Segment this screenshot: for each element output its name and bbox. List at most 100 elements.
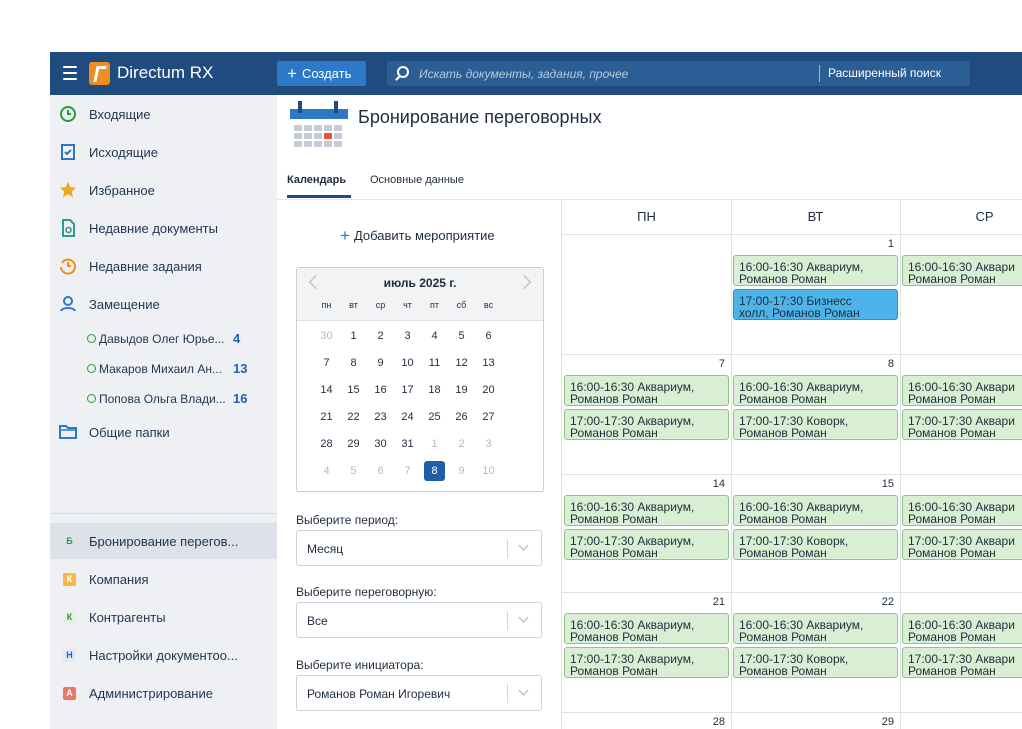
mini-calendar-day[interactable]: 28	[313, 434, 340, 454]
module-item-booking[interactable]: Б Бронирование перегов...	[50, 523, 277, 559]
mini-calendar-day[interactable]: 4	[421, 326, 448, 346]
module-item-document-settings[interactable]: Н Настройки документоо...	[50, 637, 277, 673]
mini-calendar: июль 2025 г. пн вт ср чт пт сб вс 30 1 2 3 4 5 6 7 8 9 1…	[296, 267, 544, 492]
mini-calendar-day[interactable]: 15	[340, 380, 367, 400]
mini-calendar-day[interactable]: 11	[421, 353, 448, 373]
sidebar-item-recent-documents[interactable]: Недавние документы	[50, 213, 277, 243]
room-select[interactable]: Все	[296, 602, 542, 638]
mini-calendar-day[interactable]: 29	[340, 434, 367, 454]
calendar-event[interactable]: 17:00-17:30 Бизнесс холл, Романов Роман	[733, 289, 898, 320]
calendar-event[interactable]: 16:00-16:30 Аквариум, Романов Роман	[733, 255, 898, 286]
calendar-event[interactable]: 16:00-16:30 Аквариум, Романов Роман	[733, 375, 898, 406]
mini-calendar-day[interactable]: 20	[475, 380, 502, 400]
chevron-down-icon	[518, 685, 529, 696]
period-select[interactable]: Месяц	[296, 530, 542, 566]
menu-icon[interactable]	[63, 65, 77, 81]
weekday-label: пт	[430, 300, 439, 310]
mini-calendar-day[interactable]: 22	[340, 407, 367, 427]
calendar-event[interactable]: 16:00-16:30 Аквариум, Романов Роман	[733, 613, 898, 644]
mini-calendar-day[interactable]: 6	[367, 461, 394, 481]
mini-calendar-day[interactable]: 26	[448, 407, 475, 427]
calendar-event[interactable]: 16:00-16:30 Аквариум, Романов Роман	[564, 495, 729, 526]
calendar-event[interactable]: 16:00-16:30 Аквари Романов Роман	[902, 613, 1022, 644]
calendar-event[interactable]: 17:00-17:30 Аквари Романов Роман	[902, 529, 1022, 560]
weekday-label: вс	[483, 300, 494, 310]
mini-calendar-day[interactable]: 7	[313, 353, 340, 373]
calendar-event[interactable]: 17:00-17:30 Аквари Романов Роман	[902, 409, 1022, 440]
create-button[interactable]: + Создать	[277, 61, 366, 86]
mini-calendar-day[interactable]: 10	[394, 353, 421, 373]
mini-calendar-day[interactable]: 27	[475, 407, 502, 427]
directum-logo-icon	[89, 62, 110, 85]
mini-calendar-day[interactable]: 8	[424, 461, 445, 481]
calendar-event[interactable]: 17:00-17:30 Аквариум, Романов Роман	[564, 409, 729, 440]
mini-calendar-day[interactable]: 2	[367, 326, 394, 346]
mini-calendar-day[interactable]: 1	[340, 326, 367, 346]
substitution-count: 13	[233, 361, 248, 376]
calendar-event[interactable]: 17:00-17:30 Коворк, Романов Роман	[733, 409, 898, 440]
mini-calendar-day[interactable]: 25	[421, 407, 448, 427]
calendar-event[interactable]: 16:00-16:30 Аквари Романов Роман	[902, 255, 1022, 286]
calendar-event[interactable]: 17:00-17:30 Коворк, Романов Роман	[733, 529, 898, 560]
module-item-administration[interactable]: А Администрирование	[50, 675, 277, 711]
calendar-event[interactable]: 16:00-16:30 Аквари Романов Роман	[902, 495, 1022, 526]
sidebar-item-substitution[interactable]: Замещение	[50, 289, 277, 319]
mini-calendar-day[interactable]: 18	[421, 380, 448, 400]
search-icon[interactable]	[397, 66, 409, 78]
sidebar-item-outbox[interactable]: Исходящие	[50, 137, 277, 167]
sidebar-item-favorites[interactable]: Избранное	[50, 175, 277, 205]
mini-calendar-day[interactable]: 19	[448, 380, 475, 400]
mini-calendar-day[interactable]: 21	[313, 407, 340, 427]
calendar-event[interactable]: 17:00-17:30 Аквариум, Романов Роман	[564, 529, 729, 560]
star-icon	[60, 182, 76, 198]
mini-calendar-day[interactable]: 4	[313, 461, 340, 481]
calendar-event[interactable]: 17:00-17:30 Аквариум, Романов Роман	[564, 647, 729, 678]
mini-calendar-day[interactable]: 14	[313, 380, 340, 400]
mini-calendar-day[interactable]: 23	[367, 407, 394, 427]
mini-calendar-day[interactable]: 2	[448, 434, 475, 454]
mini-calendar-day[interactable]: 17	[394, 380, 421, 400]
mini-calendar-day[interactable]: 5	[448, 326, 475, 346]
mini-calendar-day[interactable]: 8	[340, 353, 367, 373]
initiator-select[interactable]: Романов Роман Игоревич	[296, 675, 542, 711]
mini-calendar-day[interactable]: 13	[475, 353, 502, 373]
mini-calendar-day[interactable]: 3	[394, 326, 421, 346]
mini-calendar-day[interactable]: 30	[313, 326, 340, 346]
calendar-event[interactable]: 17:00-17:30 Коворк, Романов Роман	[733, 647, 898, 678]
mini-calendar-day[interactable]: 31	[394, 434, 421, 454]
search-input[interactable]	[419, 61, 809, 86]
mini-calendar-day[interactable]: 1	[421, 434, 448, 454]
add-event-button[interactable]: + Добавить мероприятие	[340, 225, 495, 245]
mini-calendar-day[interactable]: 24	[394, 407, 421, 427]
mini-calendar-day[interactable]: 10	[475, 461, 502, 481]
calendar-event[interactable]: 16:00-16:30 Аквариум, Романов Роман	[733, 495, 898, 526]
mini-calendar-day[interactable]: 9	[448, 461, 475, 481]
clock-icon	[87, 394, 96, 403]
mini-calendar-day[interactable]: 16	[367, 380, 394, 400]
mini-calendar-day[interactable]: 3	[475, 434, 502, 454]
mini-calendar-day[interactable]: 7	[394, 461, 421, 481]
substitution-item[interactable]: Давыдов Олег Юрье... 4	[50, 327, 277, 351]
mini-calendar-day[interactable]: 9	[367, 353, 394, 373]
tab-calendar[interactable]: Календарь	[287, 174, 346, 186]
mini-calendar-day[interactable]: 6	[475, 326, 502, 346]
calendar-event[interactable]: 17:00-17:30 Аквари Романов Роман	[902, 647, 1022, 678]
period-value: Месяц	[307, 542, 344, 556]
module-letter: К	[63, 573, 76, 586]
mini-calendar-day[interactable]: 30	[367, 434, 394, 454]
tab-main-data[interactable]: Основные данные	[370, 174, 464, 186]
mini-calendar-day[interactable]: 12	[448, 353, 475, 373]
sidebar-item-shared-folders[interactable]: Общие папки	[50, 417, 277, 447]
calendar-event[interactable]: 16:00-16:30 Аквари Романов Роман	[902, 375, 1022, 406]
calendar-event[interactable]: 16:00-16:30 Аквариум, Романов Роман	[564, 375, 729, 406]
calendar-event[interactable]: 16:00-16:30 Аквариум, Романов Роман	[564, 613, 729, 644]
advanced-search-button[interactable]: Расширенный поиск	[828, 61, 941, 86]
module-label: Контрагенты	[89, 610, 166, 625]
sidebar-item-recent-tasks[interactable]: Недавние задания	[50, 251, 277, 281]
module-item-company[interactable]: К Компания	[50, 561, 277, 597]
mini-calendar-day[interactable]: 5	[340, 461, 367, 481]
substitution-item[interactable]: Попова Ольга Влади... 16	[50, 387, 277, 411]
sidebar-item-inbox[interactable]: Входящие	[50, 99, 277, 129]
module-item-counterparties[interactable]: К Контрагенты	[50, 599, 277, 635]
substitution-item[interactable]: Макаров Михаил Ан... 13	[50, 357, 277, 381]
